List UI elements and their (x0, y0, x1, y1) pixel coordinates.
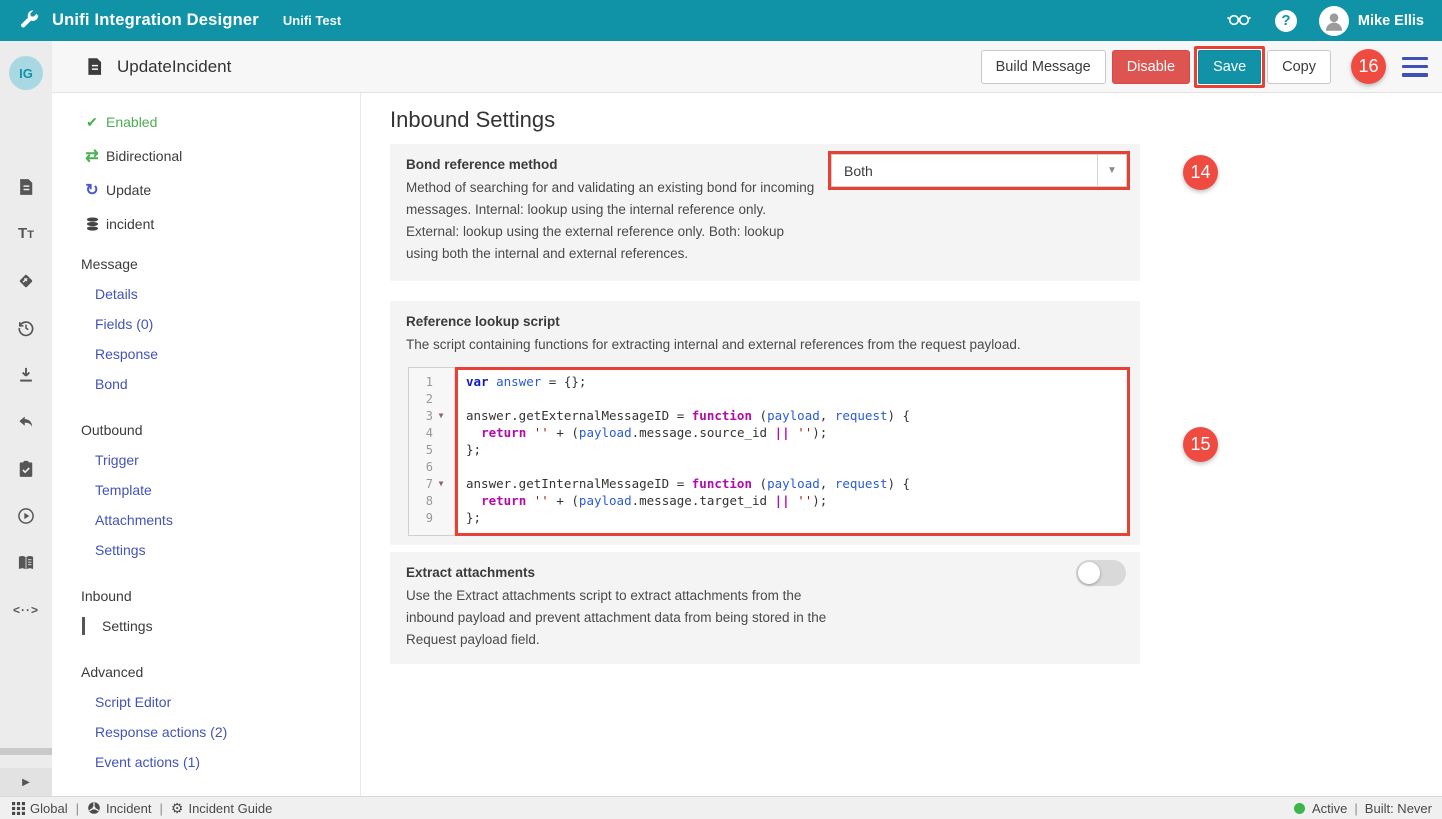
nav-message-fields[interactable]: Fields (0) (52, 309, 360, 339)
bidirectional-arrows-icon: ⇄ (81, 146, 103, 166)
selected-indicator (82, 617, 85, 635)
rail-expand-arrow[interactable]: ▶ (0, 768, 52, 796)
copy-button[interactable]: Copy (1267, 50, 1331, 84)
reference-lookup-card: Reference lookup script The script conta… (390, 301, 1140, 545)
reference-lookup-label: Reference lookup script (406, 314, 1124, 329)
build-message-button[interactable]: Build Message (981, 50, 1106, 84)
grid-icon (12, 802, 25, 815)
history-icon[interactable] (0, 304, 52, 351)
active-status-dot (1294, 803, 1305, 814)
active-status: Active (1312, 801, 1347, 816)
bond-reference-description: Method of searching for and validating a… (406, 177, 818, 265)
check-icon: ✔ (81, 114, 103, 131)
user-menu[interactable]: Mike Ellis (1319, 6, 1424, 36)
toggle-knob (1078, 562, 1100, 584)
editor-gutter: 123▼4567▼89 (409, 368, 455, 535)
documentation-icon[interactable] (0, 539, 52, 586)
callout-badge-16: 16 (1351, 49, 1386, 84)
horizontal-scrollbar-thumb[interactable] (0, 748, 54, 755)
bond-reference-select[interactable]: Both ▼ (831, 154, 1127, 187)
tasks-icon[interactable] (0, 445, 52, 492)
run-icon[interactable] (0, 492, 52, 539)
app-title: Unifi Integration Designer (52, 11, 259, 30)
disable-button[interactable]: Disable (1112, 50, 1190, 84)
nav-outbound-attachments[interactable]: Attachments (52, 505, 360, 535)
nav-outbound-template[interactable]: Template (52, 475, 360, 505)
section-title: Inbound Settings (390, 107, 555, 133)
bond-reference-value: Both (832, 155, 1097, 186)
built-status: Built: Never (1365, 801, 1432, 816)
deploy-icon[interactable] (0, 257, 52, 304)
nav-bidirectional[interactable]: ⇄ Bidirectional (52, 139, 360, 173)
integration-avatar[interactable]: IG (9, 56, 43, 90)
callout-box-save: Save (1194, 46, 1265, 88)
wrench-icon (16, 8, 42, 34)
top-app-bar: Unifi Integration Designer Unifi Test ? … (0, 0, 1442, 41)
environment-name[interactable]: Unifi Test (283, 13, 341, 28)
help-icon[interactable]: ? (1275, 10, 1297, 32)
fields-text-icon[interactable]: TT (0, 210, 52, 257)
save-button[interactable]: Save (1198, 50, 1261, 84)
editor-code[interactable]: var answer = {}; answer.getExternalMessa… (455, 367, 1130, 536)
hamburger-menu-icon[interactable] (1402, 57, 1428, 77)
nav-advanced-script-editor[interactable]: Script Editor (52, 687, 360, 717)
nav-update[interactable]: ↻ Update (52, 173, 360, 207)
nav-outbound-settings[interactable]: Settings (52, 535, 360, 565)
user-avatar-icon (1319, 6, 1349, 36)
scope-item[interactable]: Global (12, 801, 68, 816)
icon-rail: IG TT <··> ▶ (0, 41, 52, 796)
nav-advanced-event-actions[interactable]: Event actions (1) (52, 747, 360, 777)
database-icon (81, 216, 103, 232)
nav-section-message: Message (52, 249, 360, 279)
extract-attachments-description: Use the Extract attachments script to ex… (406, 585, 838, 651)
extract-attachments-toggle[interactable] (1076, 560, 1126, 586)
nav-message-details[interactable]: Details (52, 279, 360, 309)
callout-badge-15: 15 (1183, 427, 1218, 462)
main-content: Inbound Settings Bond reference method M… (361, 93, 1442, 796)
gear-icon: ⚙ (171, 801, 184, 815)
messages-icon[interactable] (0, 163, 52, 210)
page-title: UpdateIncident (117, 57, 231, 77)
message-nav-panel: ✔ Enabled ⇄ Bidirectional ↻ Update incid… (52, 93, 361, 796)
download-icon[interactable] (0, 351, 52, 398)
extract-attachments-card: Extract attachments Use the Extract atta… (390, 552, 1140, 664)
application-icon (87, 801, 101, 815)
glasses-icon[interactable] (1225, 6, 1253, 35)
nav-section-advanced: Advanced (52, 657, 360, 687)
nav-incident[interactable]: incident (52, 207, 360, 241)
nav-inbound-settings[interactable]: Settings (52, 611, 360, 641)
status-bar: Global | Incident | ⚙ Incident Guide Act… (0, 796, 1442, 819)
refresh-icon: ↻ (81, 180, 103, 200)
nav-section-inbound: Inbound (52, 581, 360, 611)
integration-header: UpdateIncident Build Message Disable Sav… (52, 41, 1442, 93)
reply-icon[interactable] (0, 398, 52, 445)
integration-item[interactable]: ⚙ Incident Guide (171, 801, 272, 816)
nav-section-outbound: Outbound (52, 415, 360, 445)
chevron-down-icon[interactable]: ▼ (1097, 155, 1126, 186)
message-document-icon (84, 56, 105, 77)
callout-badge-14: 14 (1183, 155, 1218, 190)
reference-lookup-description: The script containing functions for extr… (406, 334, 1124, 356)
app-item[interactable]: Incident (87, 801, 152, 816)
extract-attachments-label: Extract attachments (406, 565, 1124, 580)
nav-advanced-response-actions[interactable]: Response actions (2) (52, 717, 360, 747)
nav-outbound-trigger[interactable]: Trigger (52, 445, 360, 475)
nav-enabled[interactable]: ✔ Enabled (52, 105, 360, 139)
nav-message-response[interactable]: Response (52, 339, 360, 369)
callout-box-bond-select: Both ▼ (828, 151, 1130, 190)
script-editor[interactable]: 123▼4567▼89 var answer = {}; answer.getE… (408, 367, 1130, 536)
bond-reference-card: Bond reference method Method of searchin… (390, 144, 1140, 281)
code-icon[interactable]: <··> (0, 586, 52, 633)
nav-message-bond[interactable]: Bond (52, 369, 360, 399)
user-name: Mike Ellis (1358, 13, 1424, 29)
